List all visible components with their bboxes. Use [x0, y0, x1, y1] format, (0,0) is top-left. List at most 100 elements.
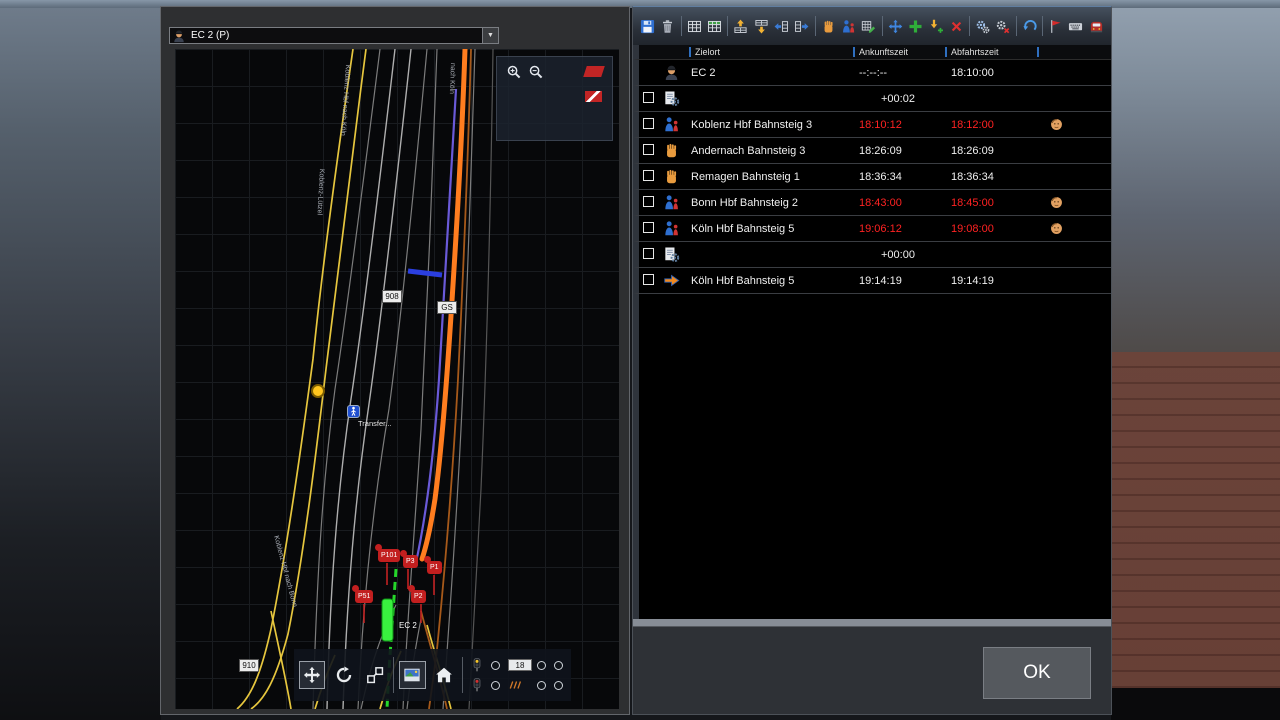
radio-option[interactable] [554, 681, 563, 690]
background-button[interactable] [399, 661, 425, 689]
signal-marker[interactable]: P1 [427, 561, 442, 574]
checkbox-cell [639, 144, 659, 158]
cell-abfahrtszeit: 19:14:19 [945, 275, 1037, 287]
keyboard-button[interactable] [1066, 16, 1085, 36]
signal-marker[interactable]: P51 [355, 590, 373, 603]
grid-view-button[interactable] [685, 16, 704, 36]
signal-board-icon[interactable] [583, 66, 605, 77]
track-map[interactable]: Koblenz Hbf nach Köln nach Köln Koblenz … [175, 49, 619, 709]
timetable-row[interactable]: Remagen Bahnsteig 1 18:36:34 18:36:34 [633, 164, 1111, 190]
add-entry-below-button[interactable] [926, 16, 945, 36]
radio-option[interactable] [537, 661, 546, 670]
row-checkbox[interactable] [643, 118, 654, 129]
table-view-button[interactable] [705, 16, 724, 36]
passenger-face-icon [1037, 221, 1111, 236]
move-column-right-button[interactable] [792, 16, 811, 36]
home-button[interactable] [431, 661, 457, 689]
cell-ankunftszeit: 18:43:00 [853, 197, 945, 209]
row-checkbox[interactable] [643, 196, 654, 207]
remove-entry-button[interactable] [947, 16, 966, 36]
timetable-row[interactable]: +00:02 [633, 86, 1111, 112]
column-header-checkbox [639, 45, 659, 59]
toolbar-divider [815, 16, 816, 36]
dropdown-arrow-icon[interactable]: ▼ [482, 28, 498, 43]
row-checkbox[interactable] [643, 170, 654, 181]
radio-signal-option[interactable] [491, 661, 500, 670]
remove-settings-button[interactable] [993, 16, 1012, 36]
driver-icon [659, 64, 689, 81]
cell-ankunftszeit: 18:10:12 [853, 119, 945, 131]
horizontal-scrollbar[interactable] [633, 619, 1111, 626]
radio-option[interactable] [554, 661, 563, 670]
checkbox-cell [639, 92, 659, 106]
rotate-button[interactable] [330, 661, 356, 689]
zoom-in-button[interactable] [505, 64, 523, 82]
save-button[interactable] [638, 16, 657, 36]
column-header-zielort[interactable]: Zielort [689, 45, 853, 59]
settings-button[interactable] [973, 16, 992, 36]
pan-button[interactable] [299, 661, 325, 689]
train-selector[interactable]: EC 2 (P) ▼ [169, 27, 499, 44]
cell-zielort: Andernach Bahnsteig 3 [689, 145, 853, 157]
checkbox-cell [639, 274, 659, 288]
insert-row-above-button[interactable] [731, 16, 750, 36]
column-header-ankunftszeit[interactable]: Ankunftszeit [853, 45, 945, 59]
insert-row-below-button[interactable] [752, 16, 771, 36]
route-map-window: EC 2 (P) ▼ [160, 6, 630, 715]
edit-table-button[interactable] [859, 16, 878, 36]
timetable-row[interactable]: Köln Hbf Bahnsteig 5 19:14:19 19:14:19 [633, 268, 1111, 294]
flag-button[interactable] [1046, 16, 1065, 36]
timetable-row[interactable]: Bonn Hbf Bahnsteig 2 18:43:00 18:45:00 [633, 190, 1111, 216]
row-checkbox[interactable] [643, 144, 654, 155]
background-brick-building [1111, 352, 1280, 690]
scale-button[interactable] [362, 661, 388, 689]
track-ties-icon [508, 677, 532, 693]
add-entry-button[interactable] [906, 16, 925, 36]
cell-ankunftszeit: 18:36:34 [853, 171, 945, 183]
move-column-left-button[interactable] [772, 16, 791, 36]
column-header-abfahrtszeit[interactable]: Abfahrtszeit [945, 45, 1037, 59]
timetable-row[interactable]: Köln Hbf Bahnsteig 5 19:06:12 19:08:00 [633, 216, 1111, 242]
cell-zielort: Bonn Hbf Bahnsteig 2 [689, 197, 853, 209]
timetable-row[interactable]: +00:00 [633, 242, 1111, 268]
timetable-row[interactable]: Koblenz Hbf Bahnsteig 3 18:10:12 18:12:0… [633, 112, 1111, 138]
transfer-label: Transfer... [358, 419, 391, 428]
cell-abfahrtszeit: 18:36:34 [945, 171, 1037, 183]
scrollbar-thumb[interactable] [633, 619, 1111, 626]
locomotive-button[interactable] [1087, 16, 1106, 36]
delete-button[interactable] [658, 16, 677, 36]
zoom-level-value[interactable]: 18 [508, 659, 532, 671]
position-marker[interactable] [311, 384, 325, 398]
timetable-row[interactable]: EC 2 --:--:-- 18:10:00 [633, 60, 1111, 86]
transfer-icon[interactable] [347, 405, 360, 418]
row-checkbox[interactable] [643, 248, 654, 259]
radio-option[interactable] [537, 681, 546, 690]
row-checkbox[interactable] [643, 92, 654, 103]
km-label: GS [437, 301, 457, 314]
track-name-label: nach Köln [448, 63, 456, 94]
undo-button[interactable] [1020, 16, 1039, 36]
timetable-row[interactable]: Andernach Bahnsteig 3 18:26:09 18:26:09 [633, 138, 1111, 164]
row-checkbox[interactable] [643, 274, 654, 285]
zoom-out-button[interactable] [527, 64, 545, 82]
move-entry-button[interactable] [886, 16, 905, 36]
signal-marker[interactable]: P101 [378, 549, 400, 562]
passenger-stop-button[interactable] [839, 16, 858, 36]
cell-ankunftszeit: 19:14:19 [853, 275, 945, 287]
checkbox-cell [639, 222, 659, 236]
track-lines [175, 49, 619, 709]
passenger-face-icon [1037, 117, 1111, 132]
cell-zielort: Koblenz Hbf Bahnsteig 3 [689, 119, 853, 131]
toolbar-divider [882, 16, 883, 36]
map-toolbar: 18 [294, 649, 571, 701]
gradient-board-icon[interactable] [585, 91, 602, 102]
ok-button[interactable]: OK [983, 647, 1091, 699]
cell-zielort: Köln Hbf Bahnsteig 5 [689, 275, 853, 287]
cell-ankunftszeit: --:--:-- [853, 67, 945, 79]
toolbar-divider [393, 657, 394, 693]
signal-marker[interactable]: P2 [411, 590, 426, 603]
radio-red-signal-option[interactable] [491, 681, 500, 690]
signal-marker[interactable]: P3 [403, 555, 418, 568]
row-checkbox[interactable] [643, 222, 654, 233]
pass-through-button[interactable] [819, 16, 838, 36]
